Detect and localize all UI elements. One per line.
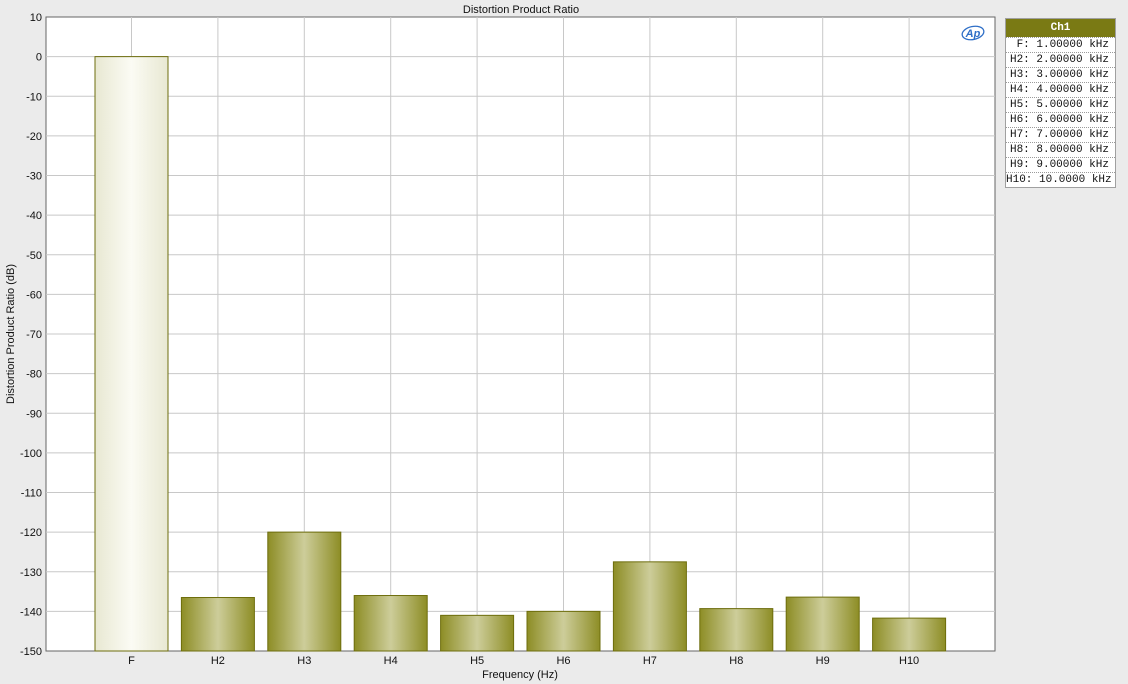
y-tick-label: -110 [21, 488, 42, 500]
legend-entry: H6: 6.00000 kHz [1006, 112, 1115, 127]
legend-entry: H5: 5.00000 kHz [1006, 97, 1115, 112]
x-tick-label: H8 [729, 655, 743, 667]
y-tick-label: -80 [26, 369, 42, 381]
x-tick-label: H3 [297, 655, 311, 667]
y-tick-label: -20 [26, 131, 42, 143]
y-tick-label: -30 [26, 171, 42, 183]
y-tick-label: -150 [20, 646, 42, 658]
x-tick-label: F [128, 655, 135, 667]
bar-h5 [440, 614, 515, 652]
bar-h10 [872, 617, 947, 652]
y-tick-label: -60 [26, 289, 42, 301]
bar-h3 [267, 531, 342, 652]
chart: 10 0 -10 -20 -30 -40 -50 -60 -70 -80 -90 -100 -110 -1… [5, 4, 996, 681]
y-tick-label: -90 [26, 408, 42, 420]
legend-entry: H9: 9.00000 kHz [1006, 157, 1115, 172]
y-tick-label: -140 [20, 606, 42, 618]
y-tick-label: -50 [26, 250, 42, 262]
legend-entry: H8: 8.00000 kHz [1006, 142, 1115, 157]
y-tick-label: 10 [30, 12, 42, 24]
x-tick-label: H9 [816, 655, 830, 667]
legend-entry: H10: 10.0000 kHz [1006, 172, 1115, 187]
ap-logo-icon: Ap [960, 24, 986, 42]
bar-f [94, 56, 169, 652]
y-tick-label: -70 [26, 329, 42, 341]
svg-text:Ap: Ap [965, 28, 981, 40]
x-axis-label: Frequency (Hz) [482, 669, 558, 681]
bar-h6 [526, 610, 601, 652]
legend-entry: H2: 2.00000 kHz [1006, 52, 1115, 67]
bar-h2 [180, 597, 255, 652]
legend-entry: H7: 7.00000 kHz [1006, 127, 1115, 142]
bar-h8 [699, 608, 774, 652]
x-tick-label: H5 [470, 655, 484, 667]
y-axis-label: Distortion Product Ratio (dB) [5, 264, 17, 404]
legend: Ch1 F: 1.00000 kHz H2: 2.00000 kHz H3: 3… [1005, 18, 1116, 188]
bar-h9 [785, 596, 860, 652]
legend-header: Ch1 [1006, 19, 1115, 37]
legend-entry: F: 1.00000 kHz [1006, 37, 1115, 52]
bar-h4 [353, 595, 428, 652]
x-tick-label: H4 [384, 655, 398, 667]
x-tick-label: H7 [643, 655, 657, 667]
y-tick-label: -40 [26, 210, 42, 222]
y-tick-label: -100 [20, 448, 42, 460]
x-tick-label: H6 [556, 655, 570, 667]
chart-title: Distortion Product Ratio [463, 4, 579, 16]
y-tick-label: -120 [20, 527, 42, 539]
legend-entry: H3: 3.00000 kHz [1006, 67, 1115, 82]
x-tick-label: H10 [899, 655, 919, 667]
legend-entry: H4: 4.00000 kHz [1006, 82, 1115, 97]
y-tick-label: 0 [36, 52, 42, 64]
y-tick-label: -130 [20, 567, 42, 579]
y-tick-label: -10 [26, 91, 42, 103]
bar-h7 [612, 561, 687, 652]
x-tick-label: H2 [211, 655, 225, 667]
